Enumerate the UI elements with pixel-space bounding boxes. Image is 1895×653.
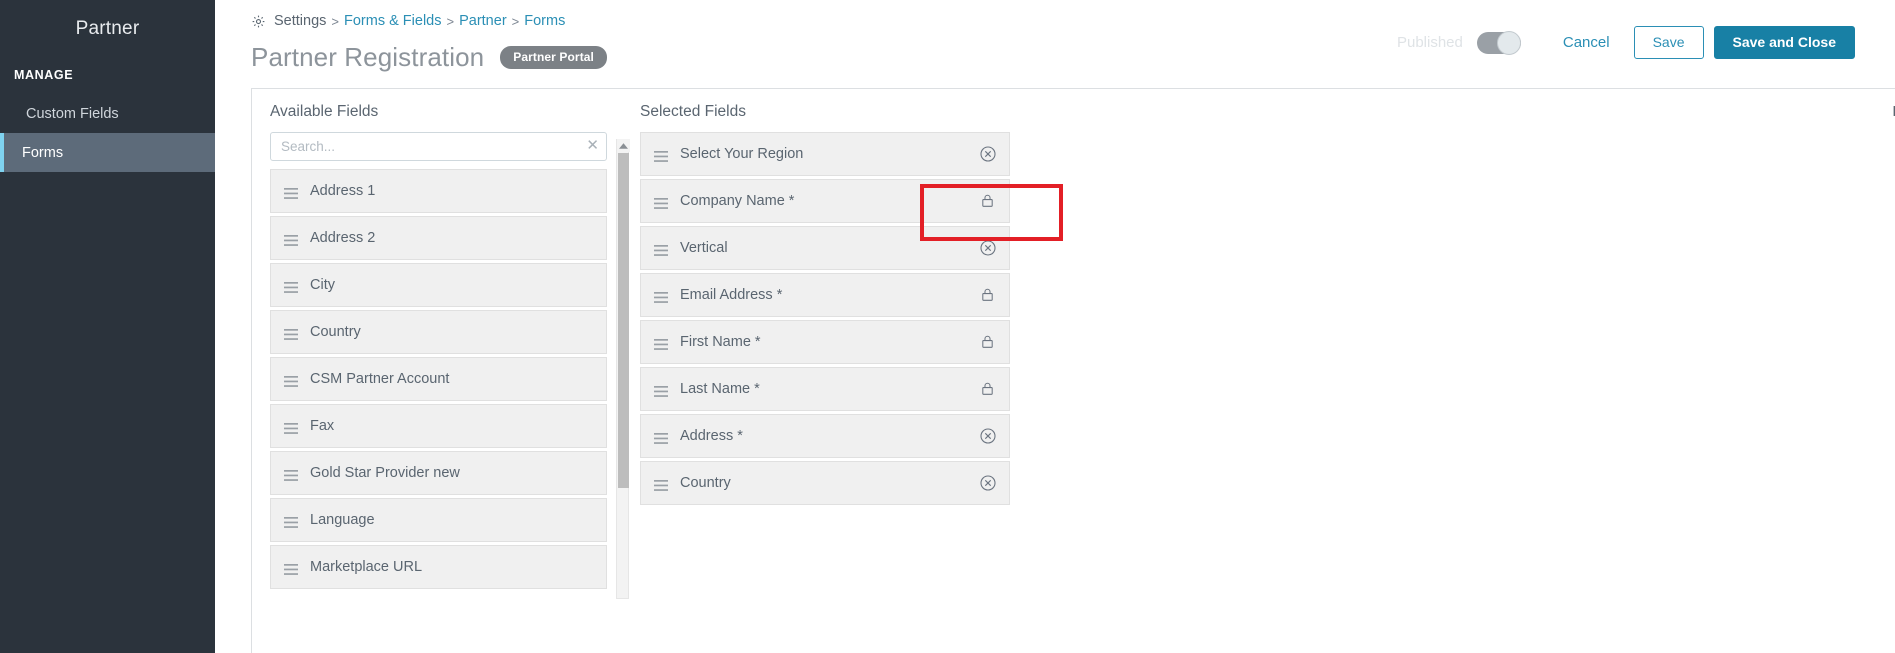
drag-handle-icon[interactable] [284, 562, 298, 573]
list-item-label: Gold Star Provider new [310, 465, 460, 481]
sidebar-section-manage: MANAGE [0, 62, 215, 94]
top-bar: Settings > Forms & Fields > Partner > Fo… [215, 0, 1895, 84]
circle-x-icon[interactable] [980, 428, 996, 444]
cancel-button[interactable]: Cancel [1563, 34, 1610, 51]
drag-handle-icon[interactable] [284, 233, 298, 244]
drag-handle-icon[interactable] [284, 327, 298, 338]
published-toggle[interactable] [1477, 32, 1521, 54]
drag-handle-icon[interactable] [654, 149, 668, 160]
circle-x-icon[interactable] [980, 146, 996, 162]
list-item[interactable]: CSM Partner Account [270, 357, 607, 401]
lock-icon [980, 287, 996, 303]
close-icon[interactable]: ✕ [586, 137, 599, 155]
list-item[interactable]: Address 1 [270, 169, 607, 213]
sidebar-item-custom-fields[interactable]: Custom Fields [0, 94, 215, 133]
gear-icon [251, 14, 266, 29]
form-builder-card: Available Fields ✕ Address 1 [251, 88, 1895, 653]
table-row-label: Address * [680, 428, 743, 444]
drag-handle-icon[interactable] [284, 468, 298, 479]
lock-icon [980, 193, 996, 209]
status-badge: Partner Portal [500, 46, 607, 69]
drag-handle-icon[interactable] [654, 243, 668, 254]
search-input[interactable] [270, 132, 607, 161]
breadcrumb-separator: > [447, 14, 455, 29]
table-row[interactable]: Select Your Region [640, 132, 1010, 176]
available-fields-panel: Available Fields ✕ Address 1 [252, 103, 622, 653]
selected-fields-list: Select Your Region Company Name * [640, 132, 1010, 505]
list-item-label: Address 2 [310, 230, 375, 246]
list-item[interactable]: City [270, 263, 607, 307]
drag-handle-icon[interactable] [654, 431, 668, 442]
breadcrumb-separator: > [512, 14, 520, 29]
circle-x-icon[interactable] [980, 475, 996, 491]
breadcrumb-item-settings: Settings [274, 13, 326, 29]
sidebar-item-forms[interactable]: Forms [0, 133, 215, 172]
main-content: Settings > Forms & Fields > Partner > Fo… [215, 0, 1895, 653]
toolbar-actions: Published Cancel Save Save and Close [1397, 26, 1855, 59]
table-row-label: Company Name * [680, 193, 794, 209]
list-item[interactable]: Fax [270, 404, 607, 448]
table-row[interactable]: Country [640, 461, 1010, 505]
breadcrumb-separator: > [331, 14, 339, 29]
list-item-label: Marketplace URL [310, 559, 422, 575]
table-row-label: Email Address * [680, 287, 782, 303]
table-row-label: First Name * [680, 334, 761, 350]
list-item-label: CSM Partner Account [310, 371, 449, 387]
drag-handle-icon[interactable] [284, 515, 298, 526]
table-row-label: Country [680, 475, 731, 491]
available-fields-header: Available Fields [270, 103, 622, 132]
search-wrapper: ✕ [270, 132, 607, 161]
breadcrumb-item-forms-and-fields[interactable]: Forms & Fields [344, 13, 442, 29]
sidebar-item-label: Forms [22, 145, 63, 161]
page-title: Partner Registration [251, 42, 484, 73]
drag-handle-icon[interactable] [284, 374, 298, 385]
sidebar: Partner MANAGE Custom Fields Forms [0, 0, 215, 653]
drag-handle-icon[interactable] [284, 421, 298, 432]
table-row-label: Last Name * [680, 381, 760, 397]
form-builder-body: Available Fields ✕ Address 1 [252, 89, 1895, 653]
save-button[interactable]: Save [1634, 26, 1704, 59]
breadcrumb-item-partner[interactable]: Partner [459, 13, 507, 29]
available-fields-list: Address 1 Address 2 City [270, 169, 607, 589]
lock-icon [980, 381, 996, 397]
list-item-label: City [310, 277, 335, 293]
list-item-label: Language [310, 512, 375, 528]
table-row[interactable]: Address * [640, 414, 1010, 458]
drag-handle-icon[interactable] [654, 290, 668, 301]
table-row[interactable]: Email Address * [640, 273, 1010, 317]
drag-handle-icon[interactable] [654, 384, 668, 395]
toggle-knob [1497, 31, 1521, 55]
drag-handle-icon[interactable] [654, 196, 668, 207]
table-row-label: Vertical [680, 240, 728, 256]
sidebar-title: Partner [0, 10, 215, 62]
list-item[interactable]: Country [270, 310, 607, 354]
table-row[interactable]: Vertical [640, 226, 1010, 270]
selected-fields-panel: Selected Fields Layout: One Column Se [622, 103, 1895, 653]
selected-fields-header: Selected Fields [640, 103, 1895, 132]
list-item[interactable]: Gold Star Provider new [270, 451, 607, 495]
app-root: Partner MANAGE Custom Fields Forms Setti… [0, 0, 1895, 653]
circle-x-icon[interactable] [980, 240, 996, 256]
table-row[interactable]: First Name * [640, 320, 1010, 364]
sidebar-item-label: Custom Fields [26, 106, 119, 122]
list-item-label: Country [310, 324, 361, 340]
list-item[interactable]: Marketplace URL [270, 545, 607, 589]
breadcrumb-item-forms[interactable]: Forms [524, 13, 565, 29]
table-row-label: Select Your Region [680, 146, 803, 162]
published-label: Published [1397, 34, 1463, 51]
table-row[interactable]: Company Name * [640, 179, 1010, 223]
list-item[interactable]: Address 2 [270, 216, 607, 260]
drag-handle-icon[interactable] [284, 186, 298, 197]
list-item-label: Fax [310, 418, 334, 434]
drag-handle-icon[interactable] [654, 337, 668, 348]
drag-handle-icon[interactable] [284, 280, 298, 291]
table-row[interactable]: Last Name * [640, 367, 1010, 411]
drag-handle-icon[interactable] [654, 478, 668, 489]
lock-icon [980, 334, 996, 350]
list-item[interactable]: Language [270, 498, 607, 542]
list-item-label: Address 1 [310, 183, 375, 199]
save-and-close-button[interactable]: Save and Close [1714, 26, 1856, 59]
